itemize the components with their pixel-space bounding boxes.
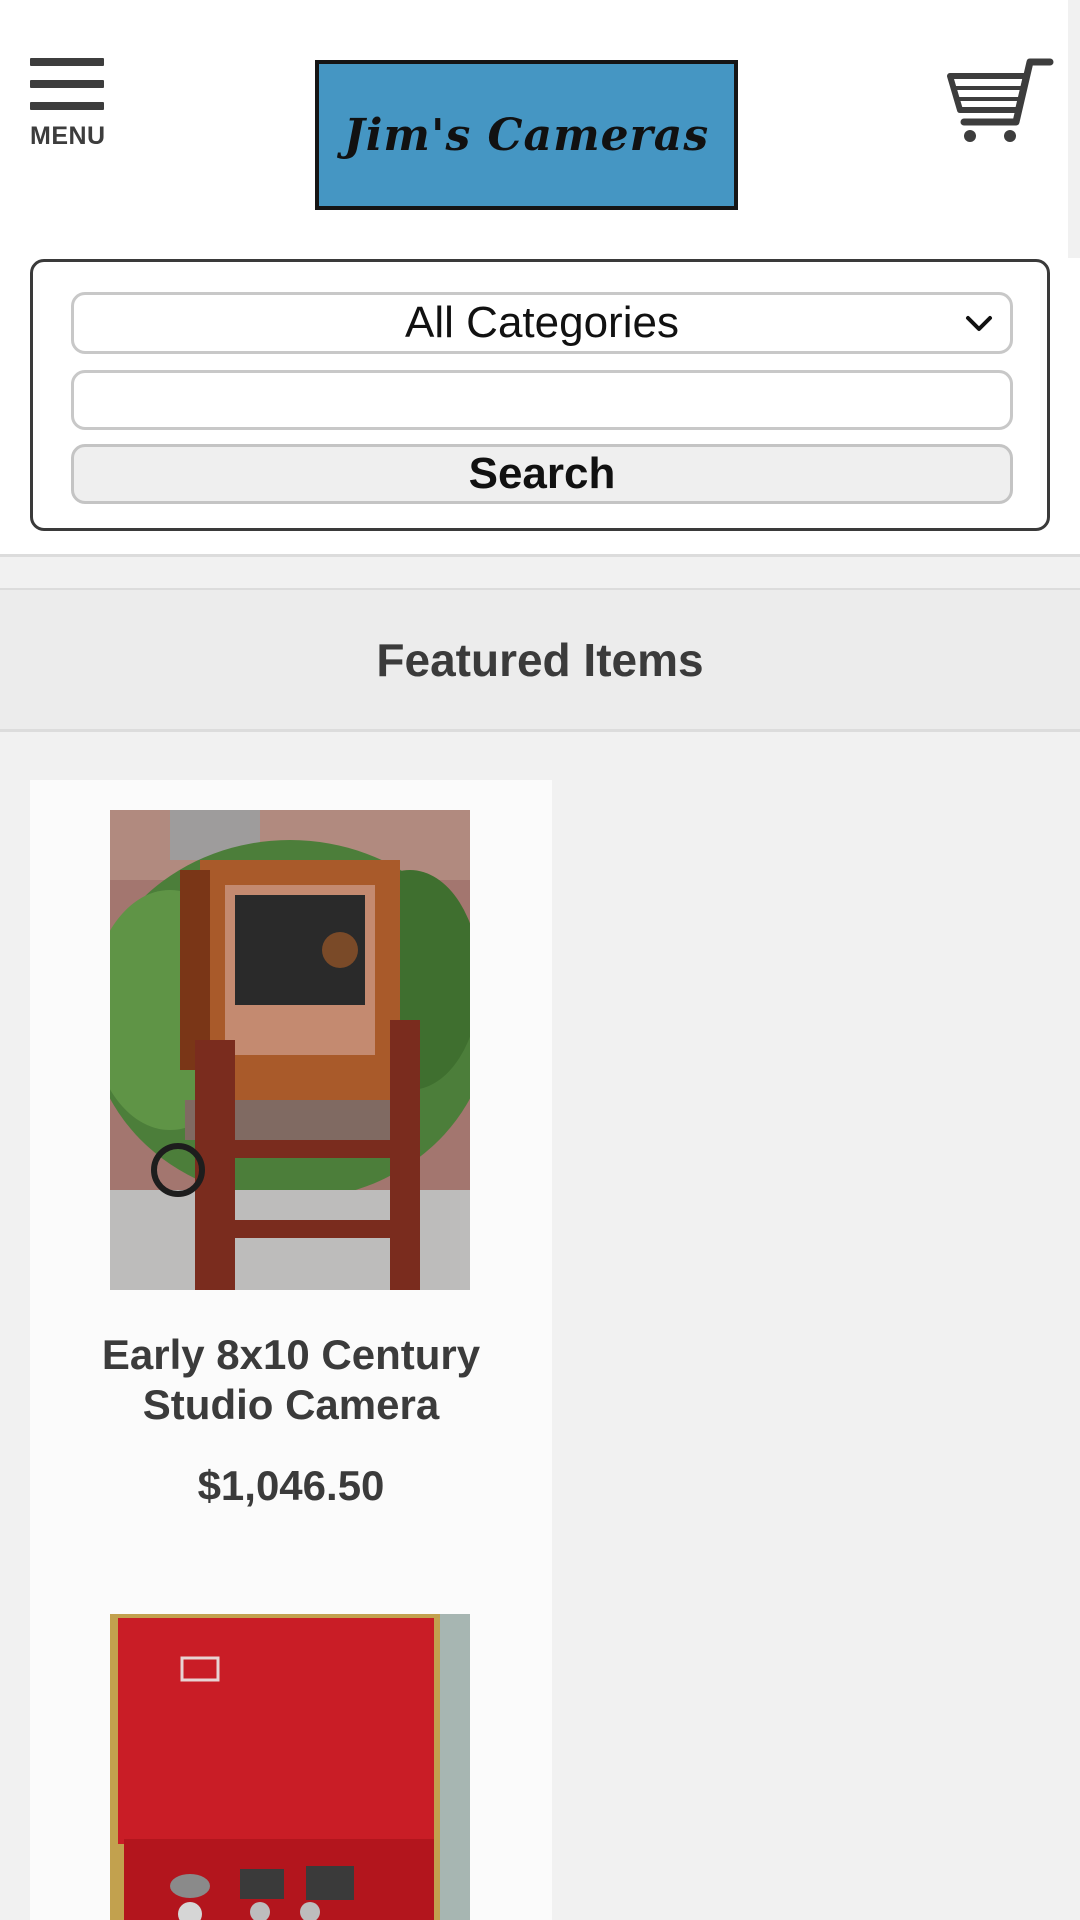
divider bbox=[0, 729, 1080, 732]
product-image-camera-case[interactable] bbox=[110, 1614, 470, 1920]
product-price: $1,046.50 bbox=[197, 1462, 385, 1509]
hamburger-icon-bar-middle bbox=[30, 80, 104, 88]
product-card: Early 8x10 Century Studio Camera $1,046.… bbox=[30, 780, 552, 1920]
shopping-cart-icon bbox=[947, 58, 1054, 142]
product-name[interactable]: Early 8x10 Century Studio Camera bbox=[50, 1330, 532, 1430]
category-select-value: All Categories bbox=[405, 298, 679, 347]
camera-case-photo bbox=[110, 1614, 470, 1920]
hamburger-icon-bar-top bbox=[30, 58, 104, 66]
search-panel: All Categories Search bbox=[30, 259, 1050, 531]
menu-label: MENU bbox=[30, 122, 106, 150]
site-logo[interactable]: Jim's Cameras bbox=[315, 60, 738, 210]
divider bbox=[0, 554, 1080, 557]
search-button[interactable]: Search bbox=[71, 444, 1013, 504]
camera-photo bbox=[110, 810, 470, 1290]
product-image-studio-camera[interactable] bbox=[110, 810, 470, 1290]
category-select[interactable]: All Categories bbox=[71, 292, 1013, 354]
logo-text: Jim's Cameras bbox=[343, 109, 710, 161]
featured-header: Featured Items bbox=[0, 590, 1080, 730]
search-input[interactable] bbox=[71, 370, 1013, 430]
menu-button[interactable]: MENU bbox=[28, 58, 108, 154]
scrollbar-track bbox=[1068, 0, 1080, 258]
cart-button[interactable] bbox=[946, 56, 1054, 146]
hamburger-icon-bar-bottom bbox=[30, 102, 104, 110]
featured-title: Featured Items bbox=[376, 634, 704, 686]
chevron-down-icon bbox=[966, 316, 992, 331]
